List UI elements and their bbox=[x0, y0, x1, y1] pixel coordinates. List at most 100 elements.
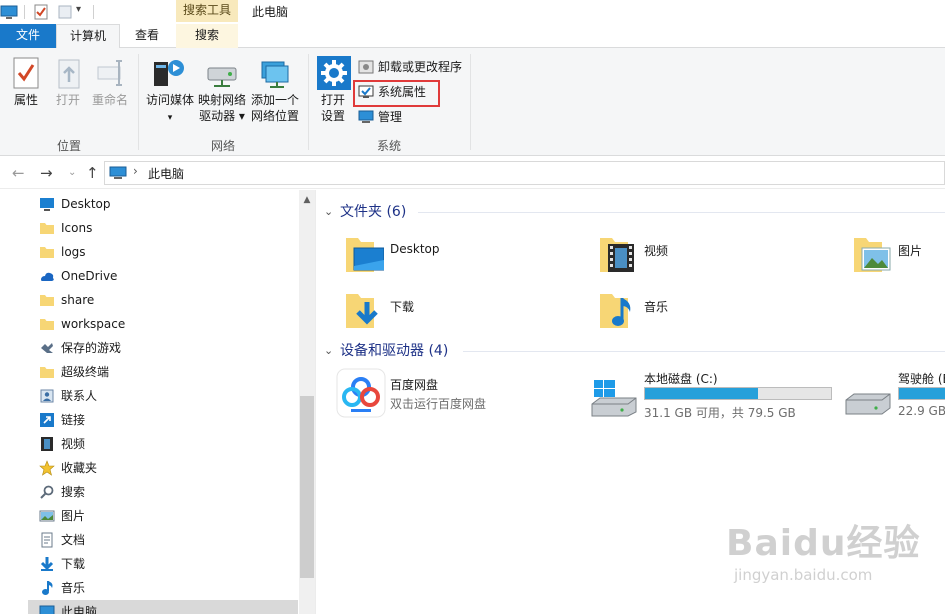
group-separator bbox=[138, 54, 139, 150]
sidebar-item[interactable]: logs bbox=[36, 240, 298, 264]
open-settings-button[interactable]: 打开 设置 bbox=[312, 92, 354, 124]
sidebar-item[interactable]: 收藏夹 bbox=[36, 456, 298, 480]
folder-music[interactable]: 音乐 bbox=[598, 288, 828, 336]
this-pc-icon bbox=[109, 166, 127, 179]
new-folder-quick-icon[interactable] bbox=[56, 3, 74, 21]
folder-icon bbox=[40, 247, 54, 258]
pictures-folder-icon bbox=[854, 238, 891, 272]
properties-button[interactable]: 属性 bbox=[4, 92, 48, 108]
group-separator bbox=[470, 54, 471, 150]
sidebar-item[interactable]: 联系人 bbox=[36, 384, 298, 408]
folder-icon bbox=[40, 367, 54, 378]
device-local-disk-c[interactable]: 本地磁盘 (C:) 31.1 GB 可用，共 79.5 GB bbox=[590, 368, 840, 428]
red-highlight-box bbox=[353, 80, 440, 107]
sidebar-item[interactable]: 下载 bbox=[36, 552, 298, 576]
sidebar-item[interactable]: workspace bbox=[36, 312, 298, 336]
add-network-location-label-2: 网络位置 bbox=[250, 109, 299, 123]
folder-downloads[interactable]: 下载 bbox=[344, 288, 574, 336]
up-arrow-icon[interactable]: ↑ bbox=[86, 164, 99, 182]
sidebar-item[interactable]: 视频 bbox=[36, 432, 298, 456]
back-arrow-icon[interactable]: ← bbox=[12, 164, 25, 182]
divider bbox=[93, 5, 94, 19]
tab-search[interactable]: 搜索 bbox=[176, 24, 238, 48]
properties-quick-icon[interactable] bbox=[32, 3, 50, 21]
baidu-netdisk-icon bbox=[336, 368, 386, 418]
group-separator bbox=[308, 54, 309, 150]
manage-label: 管理 bbox=[378, 110, 403, 124]
sidebar-item-label: share bbox=[61, 293, 95, 307]
folders-section-header[interactable]: ⌄ 文件夹 (6) bbox=[324, 201, 406, 223]
divider bbox=[24, 5, 25, 19]
pictures-icon bbox=[39, 510, 55, 522]
desktop-folder-icon bbox=[346, 238, 384, 272]
devices-section-header[interactable]: ⌄ 设备和驱动器 (4) bbox=[324, 340, 448, 362]
breadcrumb-separator[interactable]: › bbox=[133, 164, 138, 178]
folder-name: 视频 bbox=[644, 244, 669, 258]
disk-usage-fill bbox=[645, 388, 759, 399]
device-baidu-netdisk[interactable]: 百度网盘 双击运行百度网盘 bbox=[336, 368, 576, 428]
sidebar-item-label: logs bbox=[61, 245, 86, 259]
sidebar-item[interactable]: 文档 bbox=[36, 528, 298, 552]
context-tab-header: 搜索工具 bbox=[176, 0, 238, 22]
open-button[interactable]: 打开 bbox=[50, 92, 86, 108]
uninstall-change-program-button[interactable]: 卸载或更改程序 bbox=[356, 57, 462, 77]
recent-locations-chevron-icon[interactable]: ⌄ bbox=[68, 167, 76, 178]
sidebar-item[interactable]: 超级终端 bbox=[36, 360, 298, 384]
sidebar-scrollbar[interactable]: ▲ bbox=[299, 190, 315, 614]
sidebar-item[interactable]: Desktop bbox=[36, 192, 298, 216]
customize-quick-access-chevron-icon[interactable]: ▾ bbox=[76, 4, 81, 15]
this-pc-icon bbox=[39, 605, 55, 614]
sidebar-item[interactable]: OneDrive bbox=[36, 264, 298, 288]
sidebar-item-label: 搜索 bbox=[61, 485, 86, 499]
manage-button[interactable]: 管理 bbox=[356, 107, 402, 127]
forward-arrow-icon[interactable]: → bbox=[40, 164, 53, 182]
this-pc-icon[interactable] bbox=[0, 3, 18, 21]
music-folder-icon bbox=[600, 294, 631, 328]
section-divider bbox=[418, 212, 945, 213]
add-network-location-button[interactable]: 添加一个 网络位置 bbox=[248, 92, 302, 124]
access-media-chevron-icon: ▾ bbox=[167, 113, 173, 123]
collapse-chevron-icon[interactable]: ⌄ bbox=[324, 201, 333, 223]
sidebar-item-label: 超级终端 bbox=[61, 365, 110, 379]
folder-desktop[interactable]: Desktop bbox=[344, 232, 574, 280]
disk-usage-bar bbox=[898, 387, 945, 400]
sidebar-item[interactable]: 链接 bbox=[36, 408, 298, 432]
contacts-icon bbox=[40, 389, 54, 403]
device-drive-e[interactable]: 驾驶舱 (E 22.9 GB bbox=[844, 368, 945, 428]
sidebar-item[interactable]: 保存的游戏 bbox=[36, 336, 298, 360]
sidebar-item-label: 下载 bbox=[61, 557, 86, 571]
properties-icon bbox=[13, 57, 39, 89]
sidebar-item[interactable]: 音乐 bbox=[36, 576, 298, 600]
sidebar-item[interactable]: 图片 bbox=[36, 504, 298, 528]
sidebar-item-label: 收藏夹 bbox=[61, 461, 98, 475]
ribbon-tabs: 文件 计算机 查看 搜索 bbox=[0, 24, 945, 49]
scrollbar-thumb[interactable] bbox=[300, 396, 314, 578]
folder-pictures[interactable]: 图片 bbox=[852, 232, 945, 280]
sidebar-item-label: 音乐 bbox=[61, 581, 86, 595]
window-title: 此电脑 bbox=[252, 5, 289, 19]
tab-view[interactable]: 查看 bbox=[122, 24, 172, 48]
access-media-button[interactable]: 访问媒体 ▾ bbox=[142, 92, 198, 126]
add-network-location-label-1: 添加一个 bbox=[250, 93, 299, 107]
sidebar-item-label: 视频 bbox=[61, 437, 86, 451]
uninstall-program-icon bbox=[358, 60, 374, 74]
sidebar-item[interactable]: 搜索 bbox=[36, 480, 298, 504]
tab-computer[interactable]: 计算机 bbox=[56, 24, 120, 49]
folder-icon bbox=[40, 319, 54, 330]
scroll-up-arrow-icon[interactable]: ▲ bbox=[299, 193, 315, 207]
tab-file[interactable]: 文件 bbox=[0, 24, 56, 48]
sidebar-item[interactable]: Icons bbox=[36, 216, 298, 240]
collapse-chevron-icon[interactable]: ⌄ bbox=[324, 340, 333, 362]
downloads-icon bbox=[40, 557, 54, 571]
breadcrumb-this-pc[interactable]: 此电脑 bbox=[148, 165, 184, 182]
sidebar-item-label: 文档 bbox=[61, 533, 86, 547]
folder-name: Desktop bbox=[390, 242, 440, 256]
sidebar-item[interactable]: share bbox=[36, 288, 298, 312]
map-network-drive-button[interactable]: 映射网络 驱动器 ▾ bbox=[196, 92, 248, 124]
sidebar-item[interactable]: 此电脑 bbox=[28, 600, 298, 614]
rename-button[interactable]: 重命名 bbox=[88, 92, 132, 108]
address-bar[interactable]: › 此电脑 bbox=[104, 161, 945, 185]
folder-videos[interactable]: 视频 bbox=[598, 232, 828, 280]
sidebar-item-label: 此电脑 bbox=[61, 605, 98, 614]
title-bar: ▾ 搜索工具 此电脑 bbox=[0, 0, 945, 24]
